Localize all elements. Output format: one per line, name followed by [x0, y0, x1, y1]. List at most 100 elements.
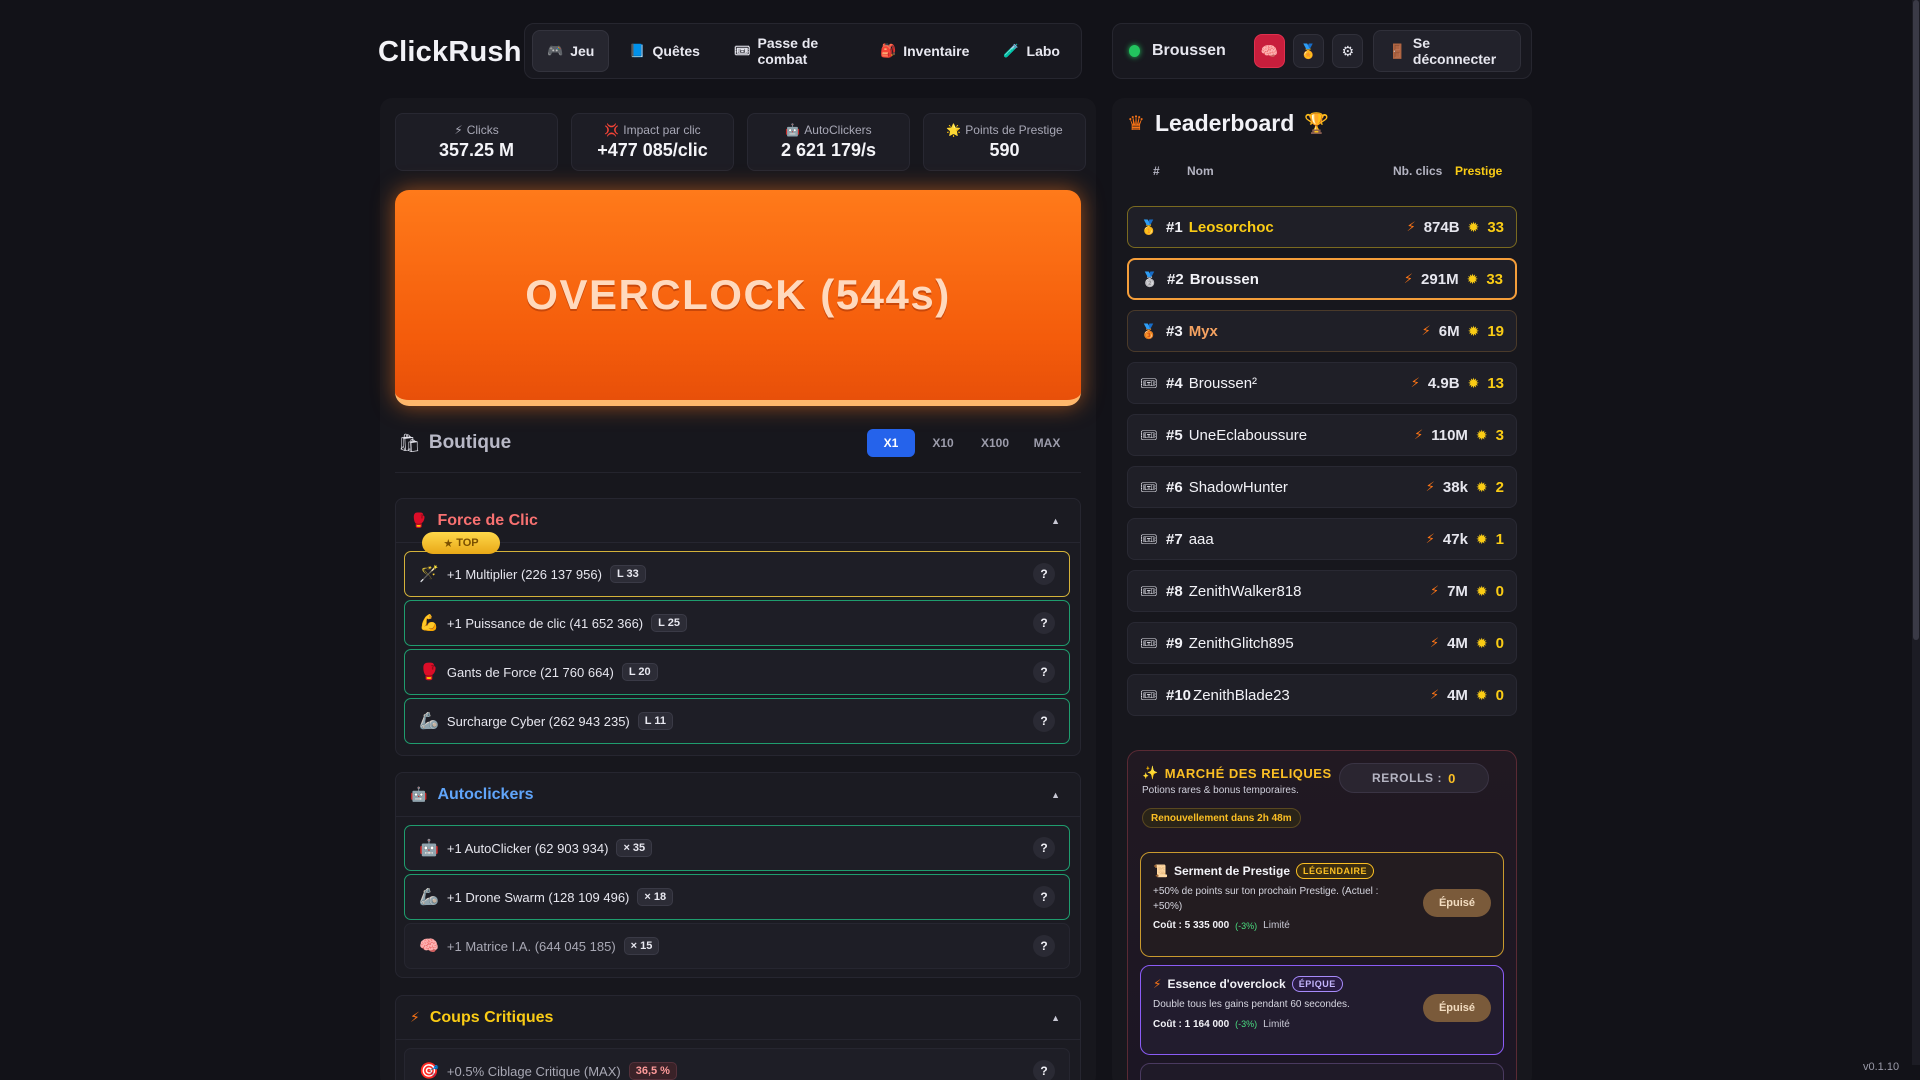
row-clicks: 291M [1421, 270, 1459, 288]
leaderboard-row[interactable]: 🎟 #5 UneEclaboussure ⚡ 110M ✹ 3 [1127, 414, 1517, 456]
achievements-button[interactable]: 🏅 [1292, 34, 1325, 68]
overclock-button[interactable]: OVERCLOCK (544s) [395, 190, 1081, 406]
profile-button[interactable]: 🧠 [1253, 34, 1285, 68]
tab-jeu[interactable]: 🎮 Jeu [532, 30, 610, 72]
rarity-badge: LÉGENDAIRE [1296, 863, 1375, 879]
section-autoclickers: 🤖 Autoclickers ▲ 🤖 +1 AutoClicker (62 90… [395, 772, 1081, 978]
bolt-icon: ⚡ [1403, 271, 1414, 286]
row-rank: #2 [1167, 270, 1184, 288]
shop-item[interactable]: 🎯 +0.5% Ciblage Critique (MAX) 36,5 % ? [404, 1048, 1070, 1080]
row-prestige: 33 [1486, 270, 1503, 288]
shop-item[interactable]: ★ TOP 🪄 +1 Multiplier (226 137 956) L 33 … [404, 532, 1070, 597]
ticket-icon: 🎟 [1140, 478, 1158, 495]
ticket-icon: 🎟 [733, 43, 751, 58]
relic-cost-line: Coût : 5 335 000 (-3%) Limité [1153, 920, 1491, 931]
sold-out-button[interactable]: Épuisé [1423, 994, 1491, 1022]
shop-item[interactable]: 🥊 Gants de Force (21 760 664) L 20 ? [404, 649, 1070, 695]
tab-quetes[interactable]: 📘 Quêtes [615, 30, 714, 72]
item-level: L 33 [609, 565, 646, 583]
help-button[interactable]: ? [1033, 710, 1055, 732]
shop-title: Boutique [428, 432, 512, 453]
tab-passe-de-combat[interactable]: 🎟 Passe de combat [720, 30, 860, 72]
help-button[interactable]: ? [1033, 935, 1055, 957]
leaderboard-row[interactable]: 🎟 #6 ShadowHunter ⚡ 38k ✹ 2 [1127, 466, 1517, 508]
row-prestige: 19 [1487, 322, 1504, 340]
item-level: × 35 [616, 839, 653, 857]
qty-max-button[interactable]: MAX [1023, 429, 1071, 457]
shop-item[interactable]: 💪 +1 Puissance de clic (41 652 366) L 25… [404, 600, 1070, 646]
ticket-icon: 🎟 [1140, 426, 1158, 443]
book-icon: 📘 [629, 43, 646, 58]
leaderboard-row[interactable]: 🎟 #9 ZenithGlitch895 ⚡ 4M ✹ 0 [1127, 622, 1517, 664]
qty-x1-button[interactable]: X1 [867, 429, 915, 457]
row-clicks: 4M [1447, 634, 1468, 652]
item-level: × 18 [637, 888, 674, 906]
star-icon: 🌟 [946, 123, 962, 137]
relic-card: 📜 Serment de Prestige LÉGENDAIRE +50% de… [1140, 852, 1504, 957]
leaderboard-panel: ♛ Leaderboard 🏆 # Nom Nb. clics Prestige… [1112, 98, 1532, 1080]
main-nav: 🎮 Jeu 📘 Quêtes 🎟 Passe de combat 🎒 Inven… [524, 23, 1082, 79]
bolt-icon: ⚡ [1425, 531, 1435, 546]
rerolls-counter[interactable]: REROLLS : 0 [1339, 763, 1489, 793]
leaderboard-row[interactable]: 🎟 #8 ZenithWalker818 ⚡ 7M ✹ 0 [1127, 570, 1517, 612]
relic-description: Double tous les gains pendant 60 seconde… [1153, 999, 1350, 1010]
row-clicks: 7M [1447, 582, 1468, 600]
overclock-label: OVERCLOCK (544s) [525, 271, 951, 318]
row-clicks: 6M [1438, 322, 1460, 340]
section-header[interactable]: 🤖 Autoclickers ▲ [396, 773, 1080, 817]
shop-item[interactable]: 🤖 +1 AutoClicker (62 903 934) × 35 ? [404, 825, 1070, 871]
stat-autoclickers: 🤖 AutoClickers 2 621 179/s [747, 113, 910, 171]
sun-icon: ✹ [1475, 686, 1488, 703]
chevron-up-icon: ▲ [1051, 515, 1060, 526]
sold-out-button[interactable]: Épuisé [1423, 889, 1491, 917]
tab-labo[interactable]: 🧪 Labo [989, 30, 1074, 72]
row-name: Broussen² [1188, 374, 1258, 392]
leaderboard-row[interactable]: 🥉 #3 Myx ⚡ 6M ✹ 19 [1127, 310, 1517, 352]
qty-x10-button[interactable]: X10 [919, 429, 967, 457]
leaderboard-row[interactable]: 🎟 #7 aaa ⚡ 47k ✹ 1 [1127, 518, 1517, 560]
leaderboard-row-current-user[interactable]: 🥈 #2 Broussen ⚡ 291M ✹ 33 [1127, 258, 1517, 300]
help-button[interactable]: ? [1033, 837, 1055, 859]
shop-item[interactable]: 🧠 +1 Matrice I.A. (644 045 185) × 15 ? [404, 923, 1070, 969]
shop-item[interactable]: 🦾 Surcharge Cyber (262 943 235) L 11 ? [404, 698, 1070, 744]
help-button[interactable]: ? [1033, 661, 1055, 683]
sun-icon: ✹ [1475, 582, 1488, 599]
row-name: ZenithGlitch895 [1188, 634, 1294, 652]
section-header[interactable]: 🥊 Force de Clic ▲ [396, 499, 1080, 543]
leaderboard-row[interactable]: 🎟 #4 Broussen² ⚡ 4.9B ✹ 13 [1127, 362, 1517, 404]
item-label: +1 Puissance de clic (41 652 366) [446, 615, 644, 631]
leaderboard-row[interactable]: 🎟 #10 ZenithBlade23 ⚡ 4M ✹ 0 [1127, 674, 1517, 716]
online-status-dot [1129, 45, 1140, 57]
shop-header: 🛍 Boutique [398, 432, 511, 454]
bolt-icon: ⚡ [1421, 323, 1431, 338]
target-icon: 🎯 [419, 1063, 439, 1080]
stat-label: Impact par clic [623, 123, 701, 137]
row-prestige: 1 [1495, 530, 1504, 548]
divider [395, 472, 1081, 473]
section-header[interactable]: ⚡ Coups Critiques ▲ [396, 996, 1080, 1040]
page-scrollbar-thumb[interactable] [1913, 0, 1919, 640]
relic-discount: (-3%) [1235, 1019, 1258, 1029]
settings-button[interactable]: ⚙ [1332, 34, 1364, 68]
tab-inventaire[interactable]: 🎒 Inventaire [866, 30, 983, 72]
row-clicks: 110M [1431, 426, 1468, 444]
help-button[interactable]: ? [1033, 563, 1055, 585]
robot-icon: 🤖 [419, 840, 439, 857]
stat-clicks: ⚡ Clicks 357.25 M [395, 113, 558, 171]
item-level: L 11 [637, 712, 673, 730]
bronze-medal-icon: 🥉 [1140, 322, 1158, 339]
market-title: ✨ MARCHÉ DES RELIQUES [1142, 765, 1332, 781]
top-badge-label: TOP [456, 537, 479, 549]
help-button[interactable]: ? [1033, 886, 1055, 908]
shop-item[interactable]: 🦾 +1 Drone Swarm (128 109 496) × 18 ? [404, 874, 1070, 920]
help-button[interactable]: ? [1033, 612, 1055, 634]
sun-icon: ✹ [1475, 426, 1488, 443]
stat-value: 590 [989, 140, 1020, 160]
qty-x100-button[interactable]: X100 [971, 429, 1019, 457]
row-clicks: 4M [1447, 686, 1468, 704]
leaderboard-row[interactable]: 🥇 #1 Leosorchoc ⚡ 874B ✹ 33 [1127, 206, 1517, 248]
logout-button[interactable]: 🚪 Se déconnecter [1373, 30, 1522, 72]
bolt-icon: ⚡ [1429, 583, 1440, 598]
help-button[interactable]: ? [1033, 1060, 1055, 1080]
item-label: Surcharge Cyber (262 943 235) [446, 713, 630, 729]
